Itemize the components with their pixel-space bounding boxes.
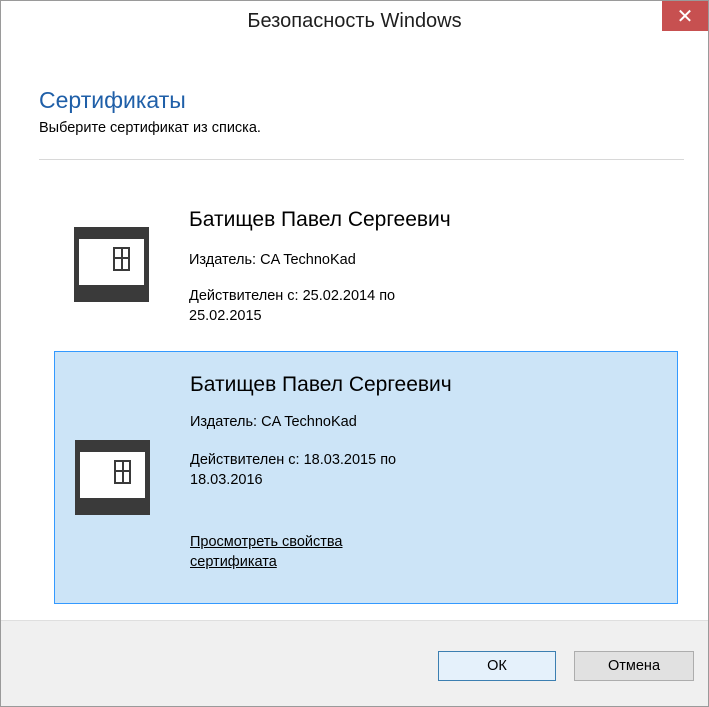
certificate-card-icon xyxy=(75,440,150,515)
certificate-item-selected[interactable]: Батищев Павел Сергеевич Издатель: CA Tec… xyxy=(54,351,678,604)
certificate-name: Батищев Павел Сергеевич xyxy=(189,208,451,231)
certificate-validity-end: 25.02.2015 xyxy=(189,308,262,324)
security-dialog: Безопасность Windows ✕ Сертификаты Выбер… xyxy=(0,0,709,707)
certificate-validity-end: 18.03.2016 xyxy=(190,472,263,488)
view-properties-link-cont[interactable]: сертификата xyxy=(190,552,277,572)
certificate-issuer: Издатель: CA TechnoKad xyxy=(189,252,356,268)
close-icon: ✕ xyxy=(676,6,694,28)
view-properties-link[interactable]: Просмотреть свойства xyxy=(190,532,342,552)
certificate-name: Батищев Павел Сергеевич xyxy=(190,373,452,396)
ok-button[interactable]: ОК xyxy=(438,651,556,681)
dialog-footer: ОК Отмена xyxy=(1,620,708,706)
certificate-validity: Действителен с: 25.02.2014 по xyxy=(189,288,396,304)
header-subtitle: Выберите сертификат из списка. xyxy=(39,120,261,136)
certificate-issuer: Издатель: CA TechnoKad xyxy=(190,414,357,430)
certificate-card-icon xyxy=(74,227,149,302)
header-title: Сертификаты xyxy=(39,87,186,113)
title-bar: Безопасность Windows ✕ xyxy=(1,1,708,41)
window-title: Безопасность Windows xyxy=(247,10,462,32)
close-button[interactable]: ✕ xyxy=(662,1,708,31)
dialog-header: Сертификаты Выберите сертификат из списк… xyxy=(39,87,261,136)
certificate-item[interactable]: Батищев Павел Сергеевич Издатель: CA Tec… xyxy=(54,186,678,336)
header-divider xyxy=(39,159,684,160)
cancel-button[interactable]: Отмена xyxy=(574,651,694,681)
certificate-validity: Действителен с: 18.03.2015 по xyxy=(190,452,397,468)
